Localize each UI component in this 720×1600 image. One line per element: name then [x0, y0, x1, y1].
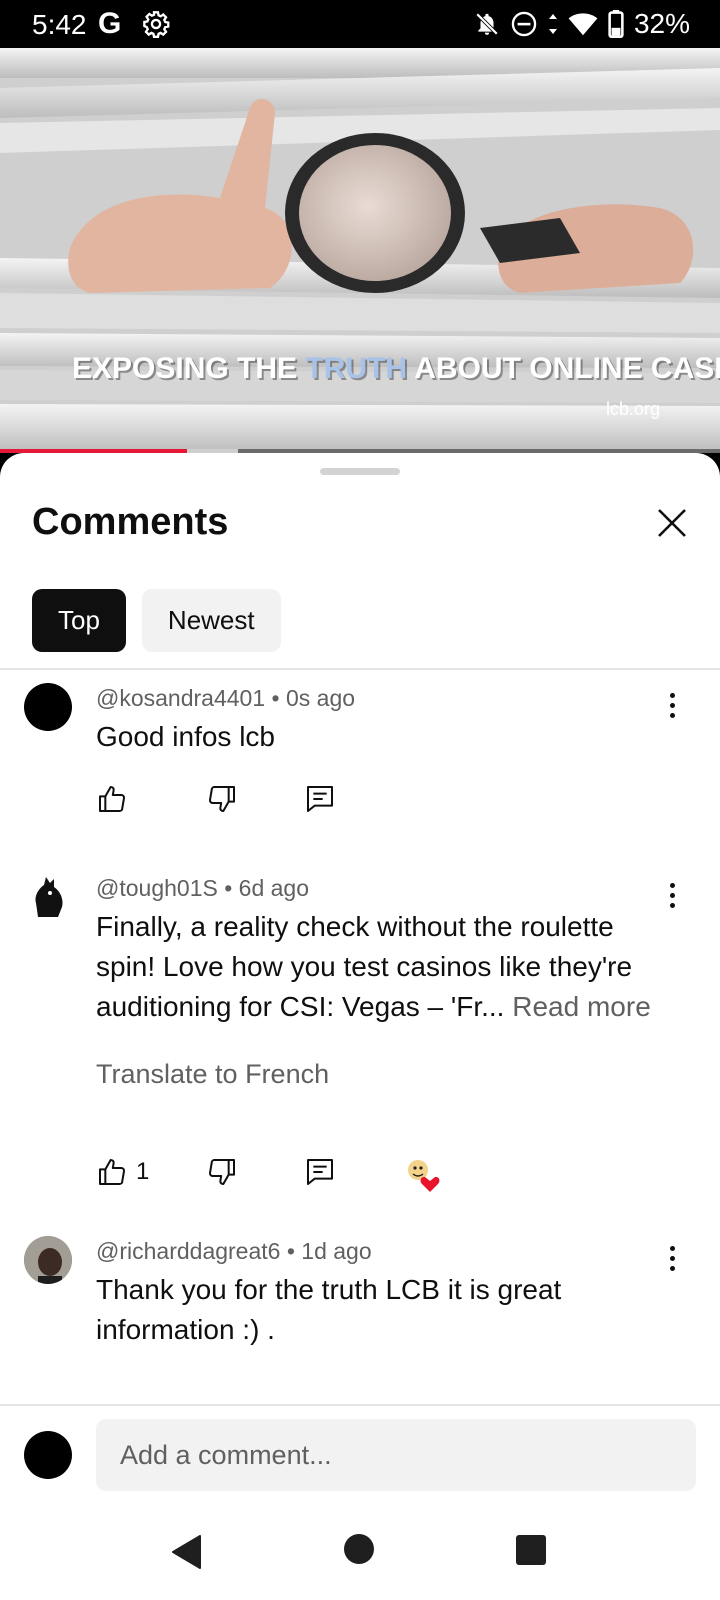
drag-handle[interactable] — [320, 468, 400, 475]
settings-icon — [143, 11, 170, 38]
battery-percent: 32% — [633, 8, 690, 39]
more-options-icon[interactable] — [654, 1240, 690, 1276]
comment-line: auditioning for CSI: Vegas – 'Fr... — [96, 991, 513, 1022]
avatar[interactable] — [24, 1236, 72, 1284]
home-icon[interactable] — [344, 1534, 374, 1564]
more-options-icon[interactable] — [654, 877, 690, 913]
comment-line: Finally, a reality check without the rou… — [96, 911, 614, 942]
notifications-off-icon — [475, 12, 499, 36]
divider — [0, 668, 720, 670]
comment-author[interactable]: @tough01S — [96, 875, 218, 901]
video-thumbnail: EXPOSING THE TRUTH ABOUT ONLINE CASINOS … — [0, 48, 720, 452]
reply-icon[interactable] — [304, 783, 336, 815]
horse-avatar-image — [35, 877, 63, 917]
do-not-disturb-icon — [511, 11, 537, 37]
chip-top[interactable]: Top — [32, 589, 126, 652]
recents-icon[interactable] — [516, 1535, 546, 1565]
reply-icon[interactable] — [304, 1156, 336, 1188]
comment-meta: @richarddagreat6 • 1d ago — [96, 1238, 372, 1264]
comment-meta: @kosandra4401 • 0s ago — [96, 685, 356, 711]
svg-text:EXPOSING THE TRUTH ABOUT ONLIN: EXPOSING THE TRUTH ABOUT ONLINE CASINOS — [72, 352, 720, 385]
video-caption: EXPOSING THE TRUTH ABOUT ONLINE CASINOS … — [72, 352, 720, 387]
system-nav-bar — [0, 1504, 720, 1600]
avatar[interactable] — [24, 873, 72, 921]
comments-title: Comments — [32, 501, 229, 543]
comment-author[interactable]: @richarddagreat6 — [96, 1238, 280, 1264]
comment-line: Thank you for the truth LCB it is great — [96, 1274, 562, 1305]
chip-newest[interactable]: Newest — [141, 589, 281, 652]
dislike-icon[interactable] — [206, 1156, 238, 1188]
dislike-icon[interactable] — [206, 783, 238, 815]
like-icon[interactable] — [96, 783, 128, 815]
profile-photo — [24, 1236, 72, 1284]
user-avatar[interactable] — [24, 1431, 72, 1479]
google-icon: G — [98, 7, 122, 40]
like-count: 1 — [136, 1158, 150, 1185]
status-time: 5:42 — [32, 9, 87, 40]
comment-text: Finally, a reality check without the rou… — [96, 907, 656, 1027]
comment-time: 0s ago — [285, 685, 356, 711]
comments-sheet: Comments Top Newest @kosandra4401 • 0s a… — [0, 453, 720, 1600]
add-comment-input[interactable] — [96, 1419, 696, 1491]
data-arrows-icon — [548, 14, 557, 34]
comment-item: @kosandra4401 • 0s ago Good infos lcb — [0, 683, 720, 853]
divider — [0, 1404, 720, 1406]
battery-icon — [608, 10, 624, 38]
status-bar: 5:42 G 32% — [0, 0, 720, 48]
close-icon[interactable] — [652, 503, 692, 543]
translate-link[interactable]: Translate to French — [96, 1059, 329, 1090]
comment-line: spin! Love how you test casinos like the… — [96, 951, 633, 982]
comment-actions — [96, 783, 496, 823]
sort-chips: Top Newest — [32, 589, 281, 652]
comment-text: Good infos lcb — [96, 721, 275, 752]
read-more-link[interactable]: Read more — [512, 991, 651, 1022]
video-player[interactable]: EXPOSING THE TRUTH ABOUT ONLINE CASINOS … — [0, 48, 720, 452]
comment-line: information :) . — [96, 1314, 275, 1345]
comment-item: @tough01S • 6d ago Finally, a reality ch… — [0, 873, 720, 1233]
like-icon[interactable] — [96, 1156, 128, 1188]
comment-time: 1d ago — [301, 1238, 372, 1264]
comment-text: Thank you for the truth LCB it is great … — [96, 1270, 656, 1350]
creator-heart-icon — [408, 1160, 440, 1192]
comment-author[interactable]: @kosandra4401 — [96, 685, 265, 711]
comment-actions: 1 — [96, 1156, 496, 1196]
video-watermark: lcb.org — [606, 399, 660, 419]
comment-item: @richarddagreat6 • 1d ago Thank you for … — [0, 1236, 720, 1396]
wifi-icon — [568, 13, 598, 36]
more-options-icon[interactable] — [654, 687, 690, 723]
avatar[interactable] — [24, 683, 72, 731]
back-icon[interactable] — [170, 1534, 204, 1570]
comment-time: 6d ago — [238, 875, 310, 901]
comment-meta: @tough01S • 6d ago — [96, 875, 310, 901]
